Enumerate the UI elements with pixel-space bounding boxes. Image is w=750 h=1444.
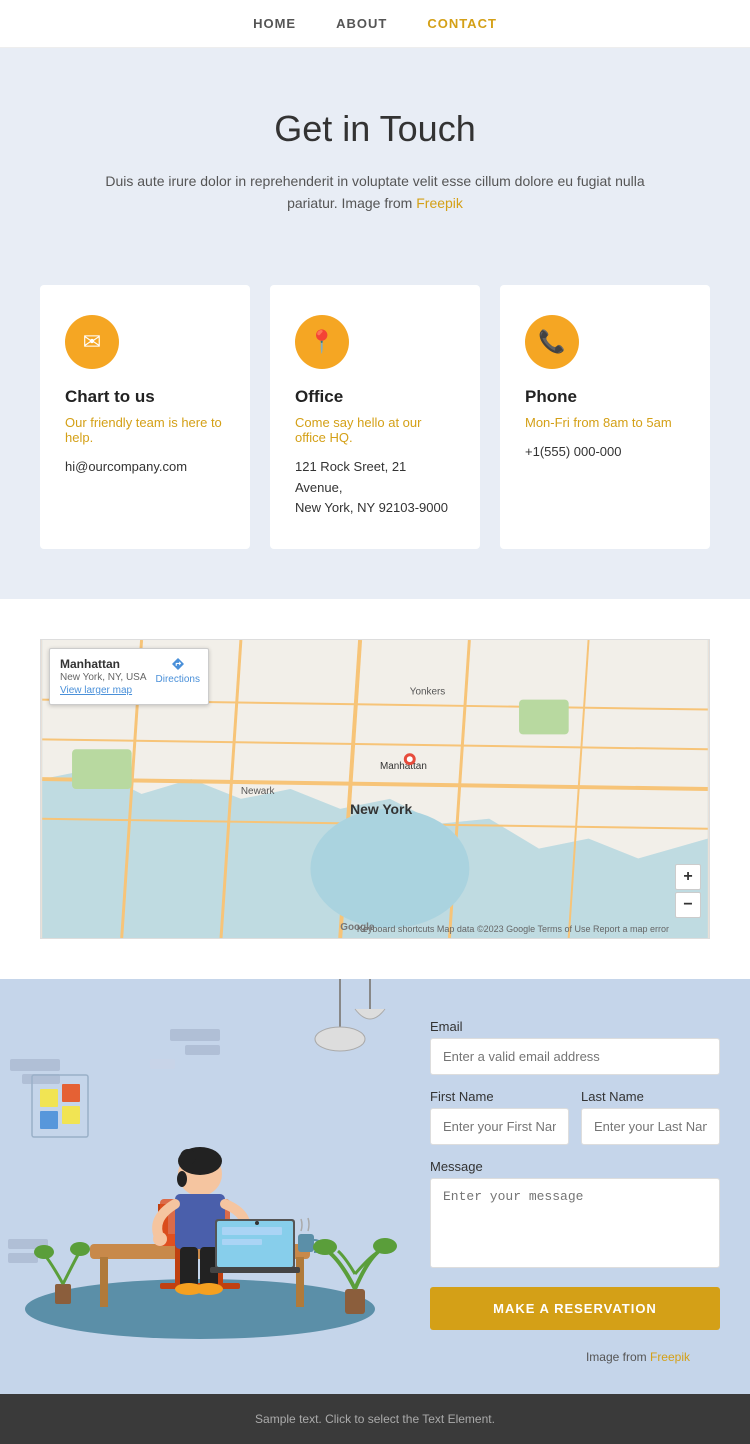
card-office: 📍 Office Come say hello at our office HQ… [270, 285, 480, 549]
footer: Sample text. Click to select the Text El… [0, 1394, 750, 1444]
nav-about[interactable]: ABOUT [336, 16, 387, 31]
card-chat-subtitle: Our friendly team is here to help. [65, 415, 225, 445]
card-office-detail: 121 Rock Sreet, 21 Avenue,New York, NY 9… [295, 457, 455, 519]
message-label: Message [430, 1159, 720, 1174]
svg-text:Yonkers: Yonkers [410, 687, 446, 698]
card-phone: 📞 Phone Mon-Fri from 8am to 5am +1(555) … [500, 285, 710, 549]
view-larger-map-link[interactable]: View larger map [60, 685, 198, 696]
map-info-overlay: Manhattan New York, NY, USA Directions V… [49, 648, 209, 705]
hero-title: Get in Touch [80, 108, 670, 150]
freepik-form-link[interactable]: Freepik [650, 1350, 690, 1364]
lastname-input[interactable] [581, 1108, 720, 1145]
email-icon: ✉ [65, 315, 119, 369]
lastname-label: Last Name [581, 1089, 720, 1104]
card-phone-subtitle: Mon-Fri from 8am to 5am [525, 415, 685, 430]
contact-form: Email First Name Last Name Message MAKE … [400, 979, 750, 1394]
image-credit: Image from Freepik [430, 1344, 720, 1364]
card-chat-title: Chart to us [65, 387, 225, 407]
footer-text: Sample text. Click to select the Text El… [255, 1412, 495, 1426]
message-field-group: Message [430, 1159, 720, 1273]
map-container[interactable]: New York Newark Manhattan Yonkers Google… [40, 639, 710, 939]
directions-button[interactable]: Directions [156, 657, 200, 685]
phone-icon: 📞 [525, 315, 579, 369]
card-phone-title: Phone [525, 387, 685, 407]
cards-section: ✉ Chart to us Our friendly team is here … [0, 265, 750, 599]
hero-section: Get in Touch Duis aute irure dolor in re… [0, 48, 750, 265]
nav-contact[interactable]: CONTACT [427, 16, 497, 31]
email-field-group: Email [430, 1019, 720, 1075]
map-location-sub: New York, NY, USA [60, 672, 147, 683]
zoom-in-button[interactable]: + [675, 864, 701, 890]
name-row: First Name Last Name [430, 1089, 720, 1145]
hero-description: Duis aute irure dolor in reprehenderit i… [80, 170, 670, 215]
submit-button[interactable]: MAKE A RESERVATION [430, 1287, 720, 1330]
card-phone-detail: +1(555) 000-000 [525, 442, 685, 463]
firstname-input[interactable] [430, 1108, 569, 1145]
firstname-field-group: First Name [430, 1089, 569, 1145]
card-office-subtitle: Come say hello at our office HQ. [295, 415, 455, 445]
navigation: HOME ABOUT CONTACT [0, 0, 750, 48]
firstname-label: First Name [430, 1089, 569, 1104]
zoom-out-button[interactable]: − [675, 892, 701, 918]
map-zoom-controls: + − [675, 864, 701, 918]
svg-text:Newark: Newark [241, 786, 275, 797]
freepik-link[interactable]: Freepik [416, 195, 463, 211]
form-section: Email First Name Last Name Message MAKE … [0, 979, 750, 1394]
map-section: New York Newark Manhattan Yonkers Google… [0, 599, 750, 979]
message-textarea[interactable] [430, 1178, 720, 1268]
svg-text:Manhattan: Manhattan [380, 761, 427, 772]
card-office-title: Office [295, 387, 455, 407]
card-chat: ✉ Chart to us Our friendly team is here … [40, 285, 250, 549]
email-input[interactable] [430, 1038, 720, 1075]
email-label: Email [430, 1019, 720, 1034]
nav-home[interactable]: HOME [253, 16, 296, 31]
location-icon: 📍 [295, 315, 349, 369]
map-location-name: Manhattan [60, 657, 120, 671]
map-credits: Keyboard shortcuts Map data ©2023 Google… [357, 924, 669, 934]
illustration-panel [0, 979, 400, 1394]
svg-text:New York: New York [350, 801, 412, 817]
card-chat-detail: hi@ourcompany.com [65, 457, 225, 478]
lastname-field-group: Last Name [581, 1089, 720, 1145]
